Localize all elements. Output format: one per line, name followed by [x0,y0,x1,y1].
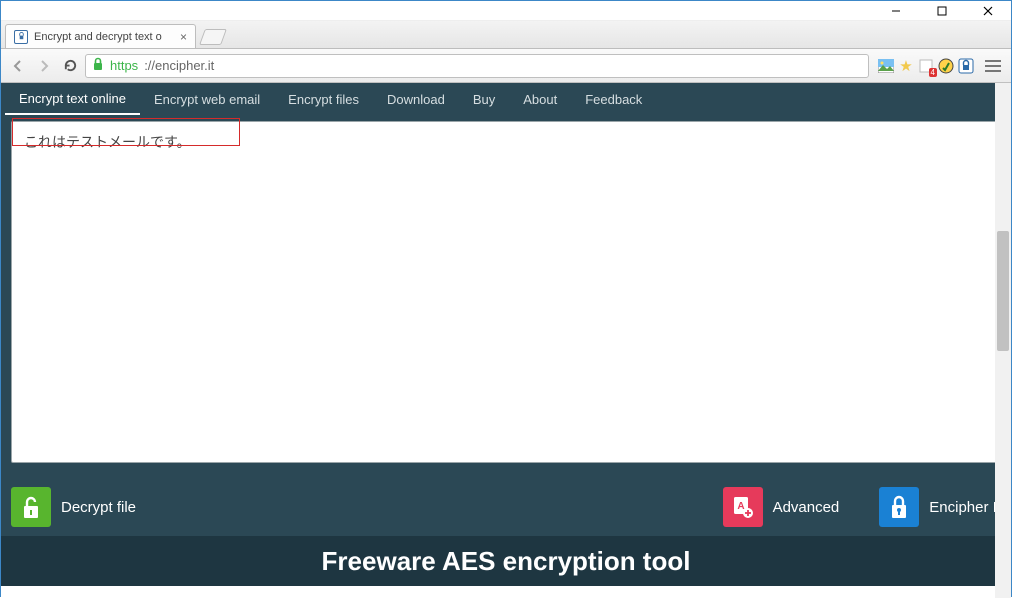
decrypt-file-button[interactable]: Decrypt file [11,487,136,527]
new-tab-button[interactable] [199,29,227,45]
tab-title: Encrypt and decrypt text o [34,31,174,43]
window-titlebar [1,1,1011,21]
reload-button[interactable] [59,55,81,77]
editor-wrap [1,115,1011,478]
encipher-ext-icon[interactable] [957,57,975,75]
badge-count: 4 [929,68,937,77]
window-close-button[interactable] [965,1,1011,21]
action-row: Decrypt file A Advanced Encipher It [1,478,1011,536]
picture-icon[interactable] [877,57,895,75]
favicon-icon [14,30,28,44]
browser-tabstrip: Encrypt and decrypt text o × [1,21,1011,49]
page-content: Encrypt text online Encrypt web email En… [1,83,1011,598]
url-scheme: https [110,58,138,73]
nav-encrypt-files[interactable]: Encrypt files [274,83,373,115]
nav-buy[interactable]: Buy [459,83,509,115]
decrypt-label: Decrypt file [61,499,136,516]
browser-tab[interactable]: Encrypt and decrypt text o × [5,24,196,48]
plaintext-input[interactable] [11,121,1001,463]
tab-close-icon[interactable]: × [180,30,187,44]
browser-menu-button[interactable] [981,60,1005,72]
window-maximize-button[interactable] [919,1,965,21]
back-button[interactable] [7,55,29,77]
extension-area: ★ 4 [877,57,975,75]
nav-feedback[interactable]: Feedback [571,83,656,115]
forward-button[interactable] [33,55,55,77]
window-minimize-button[interactable] [873,1,919,21]
page-nav: Encrypt text online Encrypt web email En… [1,83,1011,115]
scrollbar-thumb[interactable] [997,231,1009,351]
nav-download[interactable]: Download [373,83,459,115]
vertical-scrollbar[interactable] [995,83,1011,598]
encipher-button[interactable]: Encipher It [879,487,1001,527]
page-headline: Freeware AES encryption tool [1,536,1011,586]
nav-encrypt-web-email[interactable]: Encrypt web email [140,83,274,115]
url-rest: ://encipher.it [144,58,214,73]
advanced-button[interactable]: A Advanced [723,487,840,527]
browser-toolbar: https ://encipher.it ★ 4 [1,49,1011,83]
extension-badge-icon[interactable]: 4 [917,57,935,75]
lock-large-icon [879,487,919,527]
norton-icon[interactable] [937,57,955,75]
nav-encrypt-text[interactable]: Encrypt text online [5,83,140,115]
svg-text:A: A [737,501,744,512]
advanced-label: Advanced [773,499,840,516]
address-bar[interactable]: https ://encipher.it [85,54,869,78]
lock-icon [92,57,104,74]
unlock-icon [11,487,51,527]
encipher-label: Encipher It [929,499,1001,516]
bookmark-star-icon[interactable]: ★ [897,57,915,75]
nav-about[interactable]: About [509,83,571,115]
browser-viewport: Encrypt text online Encrypt web email En… [1,83,1011,598]
advanced-icon: A [723,487,763,527]
